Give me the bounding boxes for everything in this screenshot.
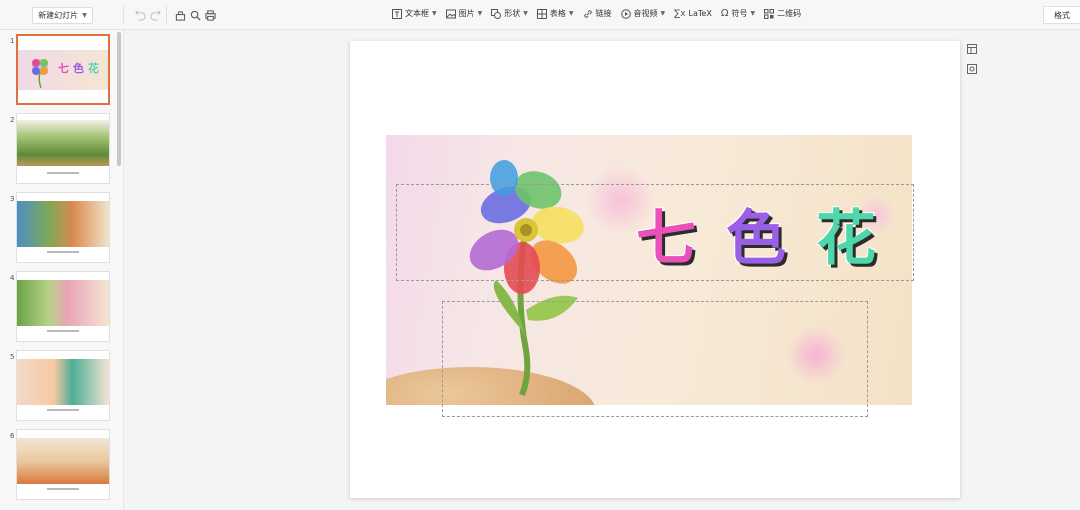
new-slide-label: 新建幻灯片 [38, 11, 79, 20]
print-icon[interactable] [203, 8, 217, 22]
slide-number: 3 [10, 195, 15, 203]
table-tool[interactable]: 表格 ▼ [536, 8, 574, 19]
chevron-down-icon: ▼ [568, 10, 574, 17]
title-placeholder-box[interactable] [396, 184, 914, 281]
slide-number: 6 [10, 432, 15, 440]
sigma-icon: ∑x [674, 8, 686, 19]
slide-number: 5 [10, 353, 15, 361]
thumbnail-image [17, 359, 109, 405]
link-tool[interactable]: 链接 [583, 8, 612, 19]
textbox-icon [392, 8, 402, 19]
image-label: 图片 [458, 9, 475, 18]
thumbnail-image [17, 201, 109, 247]
textbox-label: 文本框 [405, 9, 429, 18]
chevron-down-icon: ▼ [432, 10, 437, 17]
format-painter-icon[interactable] [173, 8, 187, 22]
slide-number: 4 [10, 274, 15, 282]
layout-icon[interactable] [966, 43, 978, 55]
slide-thumbnail-4[interactable] [16, 271, 110, 342]
shape-label: 形状 [504, 9, 521, 18]
svg-text:色: 色 [73, 61, 84, 75]
latex-tool[interactable]: ∑x LaTeX [674, 9, 712, 19]
image-icon [445, 9, 456, 18]
shape-icon [491, 8, 502, 19]
chevron-down-icon: ▼ [477, 10, 483, 17]
subtitle-placeholder-box[interactable] [442, 301, 868, 417]
thumbnail-image [17, 120, 109, 166]
omega-icon: Ω [720, 8, 729, 19]
qrcode-tool[interactable]: 二维码 [764, 8, 801, 19]
slide-thumbnail-panel[interactable]: 1 七色花 2 3 4 5 6 [0, 30, 124, 510]
chevron-down-icon: ▼ [660, 10, 666, 17]
toolbar-divider [166, 6, 167, 24]
slide-thumbnail-6[interactable] [16, 429, 110, 500]
slide-thumbnail-1[interactable]: 七色花 [16, 34, 110, 105]
search-icon[interactable] [188, 8, 202, 22]
toolbar-divider [123, 6, 124, 24]
shape-tool[interactable]: 形状 ▼ [491, 8, 528, 19]
textbox-tool[interactable]: 文本框 ▼ [392, 8, 437, 19]
symbol-label: 符号 [731, 9, 748, 18]
table-label: 表格 [549, 9, 566, 18]
svg-text:花: 花 [88, 61, 99, 75]
symbol-tool[interactable]: Ω 符号 ▼ [721, 8, 755, 19]
link-label: 链接 [595, 9, 612, 18]
toolbar: 新建幻灯片 ▼ 文本框 ▼ 图片 ▼ 形状 ▼ 表格 ▼ 链接 音视频 ▼ ∑x… [0, 0, 1080, 30]
thumbnail-caption [47, 172, 79, 174]
background-icon[interactable] [966, 63, 978, 75]
media-label: 音视频 [633, 9, 658, 18]
qrcode-label: 二维码 [777, 9, 802, 18]
slide-thumbnail-2[interactable] [16, 113, 110, 184]
slide-canvas[interactable]: 七色花 [350, 41, 960, 498]
thumbnail-image [17, 280, 109, 326]
image-tool[interactable]: 图片 ▼ [445, 8, 483, 19]
thumbnail-caption [47, 251, 79, 253]
insert-tools: 文本框 ▼ 图片 ▼ 形状 ▼ 表格 ▼ 链接 音视频 ▼ ∑x LaTeX Ω… [392, 8, 801, 19]
thumbnail-caption [47, 488, 79, 490]
format-tab[interactable]: 格式 [1043, 6, 1080, 24]
qrcode-icon [764, 8, 775, 19]
slide-thumbnail-3[interactable] [16, 192, 110, 263]
chevron-down-icon: ▼ [82, 12, 87, 19]
link-icon [583, 9, 592, 18]
sidebar-scrollbar[interactable] [117, 32, 121, 166]
redo-icon[interactable] [148, 8, 162, 22]
media-tool[interactable]: 音视频 ▼ [620, 8, 666, 19]
thumbnail-image: 七色花 [18, 50, 108, 90]
format-tab-label: 格式 [1054, 10, 1070, 20]
chevron-down-icon: ▼ [523, 10, 528, 17]
slide-thumbnail-5[interactable] [16, 350, 110, 421]
chevron-down-icon: ▼ [750, 10, 756, 17]
media-icon [620, 8, 631, 19]
thumbnail-caption [47, 330, 79, 332]
latex-label: LaTeX [688, 9, 712, 18]
svg-text:七: 七 [58, 61, 69, 75]
slide-number: 2 [10, 116, 15, 124]
thumbnail-image [17, 438, 109, 484]
new-slide-button[interactable]: 新建幻灯片 ▼ [32, 7, 93, 24]
undo-icon[interactable] [133, 8, 147, 22]
thumbnail-caption [47, 409, 79, 411]
slide-number: 1 [10, 37, 15, 45]
table-icon [536, 8, 547, 19]
